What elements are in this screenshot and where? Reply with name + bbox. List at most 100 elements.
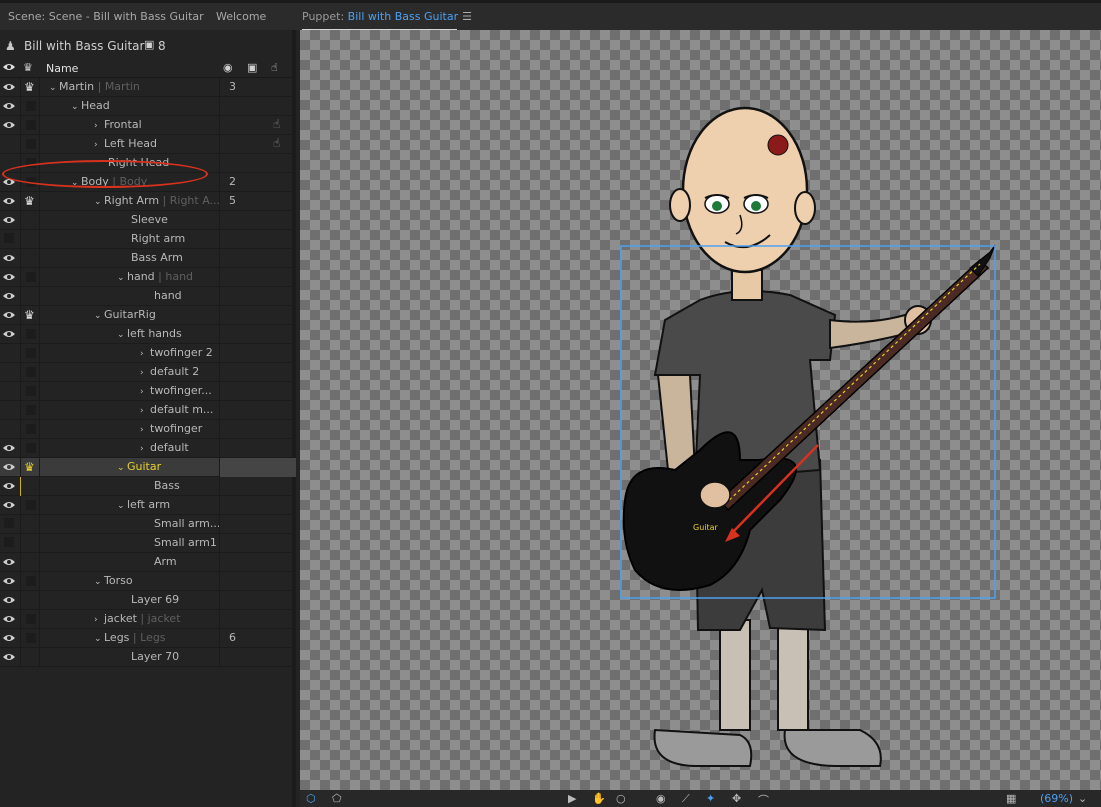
chevron-right-icon[interactable]: › [94, 615, 104, 625]
crown-cell[interactable] [20, 211, 40, 230]
crown-cell[interactable] [20, 572, 40, 591]
eye-icon[interactable] [2, 613, 16, 625]
eye-icon[interactable] [2, 309, 16, 321]
chevron-right-icon[interactable]: › [94, 140, 104, 150]
layer-row-martin[interactable]: ♛ ⌄ Martin | Martin 3 [0, 78, 296, 97]
chevron-right-icon[interactable]: › [140, 387, 150, 397]
checkbox[interactable] [26, 614, 36, 624]
layer-row-right-arm-2[interactable]: Right arm [0, 230, 296, 249]
eye-icon[interactable] [2, 556, 16, 568]
eye-icon[interactable] [2, 328, 16, 340]
checkbox[interactable] [26, 348, 36, 358]
panel-menu-icon[interactable]: ☰ [462, 10, 472, 23]
hand-drag-icon[interactable]: ☝ [271, 61, 278, 74]
zoom-icon[interactable]: ○ [616, 792, 626, 805]
crown-cell[interactable] [20, 534, 40, 553]
layer-row-default-m[interactable]: › default m... [0, 401, 296, 420]
layer-row-guitar[interactable]: ♛ ⌄ Guitar [0, 458, 296, 477]
chevron-down-icon[interactable]: ⌄ [94, 577, 104, 587]
layer-row-guitarrig[interactable]: ♛ ⌄ GuitarRig [0, 306, 296, 325]
eye-icon[interactable] [2, 195, 16, 207]
layer-row-legs[interactable]: ⌄ Legs | Legs 6 [0, 629, 296, 648]
eye-placeholder[interactable] [2, 537, 16, 549]
chevron-down-icon[interactable]: ⌄ [94, 197, 104, 207]
eye-placeholder[interactable] [2, 366, 16, 378]
layer-row-bass[interactable]: Bass [0, 477, 296, 496]
eye-placeholder[interactable] [2, 385, 16, 397]
eye-icon[interactable] [2, 575, 16, 587]
eye-icon[interactable] [2, 100, 16, 112]
camera-icon[interactable]: ▣ [247, 61, 257, 74]
checkbox[interactable] [26, 424, 36, 434]
record-target-icon[interactable]: ◉ [223, 61, 233, 74]
column-name[interactable]: Name [46, 62, 78, 75]
crown-cell[interactable] [20, 420, 40, 439]
checkbox[interactable] [26, 367, 36, 377]
layer-row-hand-group[interactable]: ⌄ hand | hand [0, 268, 296, 287]
stick-tool-icon[interactable]: ⟋ [682, 792, 690, 806]
eye-icon[interactable] [2, 290, 16, 302]
chevron-right-icon[interactable]: › [140, 368, 150, 378]
crown-cell[interactable] [20, 477, 40, 496]
crown-cell[interactable] [20, 515, 40, 534]
layer-row-head[interactable]: ⌄ Head [0, 97, 296, 116]
bend-tool-icon[interactable]: ⌒ [758, 792, 769, 807]
chevron-right-icon[interactable]: › [140, 349, 150, 359]
layer-row-twofinger[interactable]: › twofinger [0, 420, 296, 439]
eye-placeholder[interactable] [2, 138, 16, 150]
crown-cell[interactable] [20, 439, 40, 458]
origin-tool-icon[interactable]: ◉ [656, 792, 666, 805]
crown-cell[interactable] [20, 363, 40, 382]
crown-cell[interactable] [20, 325, 40, 344]
eye-icon[interactable] [2, 461, 16, 473]
layer-row-twofinger-ellipsis[interactable]: › twofinger... [0, 382, 296, 401]
checkbox[interactable] [26, 139, 36, 149]
hand-pan-icon[interactable]: ✋ [592, 792, 606, 805]
puppet-canvas[interactable]: Guitar [300, 30, 1101, 790]
crown-cell[interactable]: ♛ [20, 78, 40, 97]
crown-cell[interactable] [20, 230, 40, 249]
eye-icon[interactable] [2, 442, 16, 454]
crown-cell[interactable] [20, 648, 40, 667]
layer-row-left-head[interactable]: › Left Head ☝ [0, 135, 296, 154]
checkbox[interactable] [26, 405, 36, 415]
tab-welcome[interactable]: Welcome [216, 10, 266, 23]
layer-row-jacket[interactable]: › jacket | jacket [0, 610, 296, 629]
layer-row-small-arm-ellipsis[interactable]: Small arm... [0, 515, 296, 534]
crown-cell[interactable] [20, 382, 40, 401]
transparency-grid-icon[interactable]: ▦ [1006, 792, 1016, 805]
checkbox[interactable] [26, 272, 36, 282]
checkbox[interactable] [26, 633, 36, 643]
tab-puppet[interactable]: Puppet: Bill with Bass Guitar ☰ [302, 10, 472, 23]
eye-placeholder[interactable] [2, 347, 16, 359]
layer-row-torso[interactable]: ⌄ Torso [0, 572, 296, 591]
crown-cell[interactable] [20, 591, 40, 610]
crown-cell[interactable] [20, 249, 40, 268]
crown-icon[interactable]: ♛ [23, 61, 33, 74]
eye-icon[interactable] [2, 271, 16, 283]
layer-row-layer-69[interactable]: Layer 69 [0, 591, 296, 610]
layer-row-right-arm[interactable]: ♛ ⌄ Right Arm | Right A... 5 [0, 192, 296, 211]
layer-row-left-hands[interactable]: ⌄ left hands [0, 325, 296, 344]
chevron-right-icon[interactable]: › [140, 425, 150, 435]
layer-row-frontal[interactable]: › Frontal ☝ [0, 116, 296, 135]
checkbox[interactable] [26, 329, 36, 339]
tab-scene[interactable]: Scene: Scene - Bill with Bass Guitar [8, 10, 204, 23]
chevron-right-icon[interactable]: › [140, 444, 150, 454]
crown-cell[interactable] [20, 496, 40, 515]
layer-row-arm[interactable]: Arm [0, 553, 296, 572]
chevron-right-icon[interactable]: › [140, 406, 150, 416]
chevron-down-icon[interactable]: ⌄ [94, 311, 104, 321]
layer-row-layer-70[interactable]: Layer 70 [0, 648, 296, 667]
crown-cell[interactable] [20, 553, 40, 572]
eye-icon[interactable] [2, 651, 16, 663]
layer-row-sleeve[interactable]: Sleeve [0, 211, 296, 230]
dragger-tool-icon[interactable]: ✥ [732, 792, 741, 805]
chevron-down-icon[interactable]: ⌄ [117, 463, 127, 473]
crown-cell[interactable] [20, 116, 40, 135]
layer-row-twofinger-2[interactable]: › twofinger 2 [0, 344, 296, 363]
hand-drag-icon[interactable]: ☝ [273, 117, 280, 131]
eye-icon[interactable] [2, 594, 16, 606]
layer-row-hand[interactable]: hand [0, 287, 296, 306]
eye-icon[interactable] [2, 499, 16, 511]
